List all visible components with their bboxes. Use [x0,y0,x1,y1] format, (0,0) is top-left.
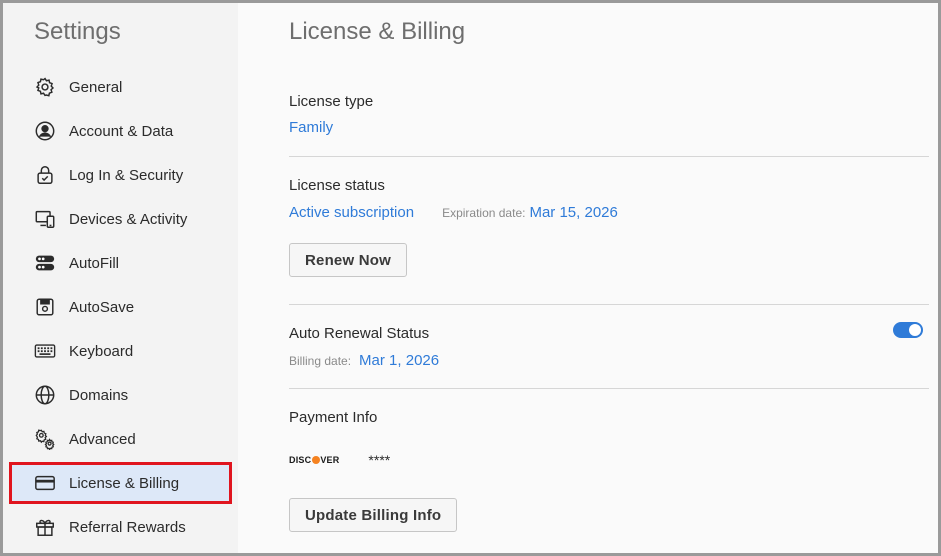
license-type-section: License type Family [289,93,929,136]
credit-card-icon [34,472,56,494]
sidebar-item-keyboard[interactable]: Keyboard [9,329,232,373]
sidebar-item-login-security[interactable]: Log In & Security [9,153,232,197]
sidebar-item-label: Account & Data [69,122,174,140]
auto-renewal-label: Auto Renewal Status [289,325,430,342]
sidebar-item-autofill[interactable]: AutoFill [9,241,232,285]
payment-info-section: Payment Info DISC VER **** Update Billing… [289,409,929,532]
gears-icon [34,428,56,450]
page-title: License & Billing [289,18,466,45]
devices-icon [34,208,56,230]
settings-window: Settings General Account & Data Log In &… [0,0,941,556]
sidebar-item-autosave[interactable]: AutoSave [9,285,232,329]
auto-renewal-toggle[interactable] [893,322,923,338]
license-status-label: License status [289,177,385,194]
billing-date-row: Billing date: Mar 1, 2026 [289,352,929,369]
license-status-section: License status Active subscription Expir… [289,177,929,277]
license-type-label: License type [289,93,374,110]
gift-icon [34,516,56,538]
sidebar-item-devices-activity[interactable]: Devices & Activity [9,197,232,241]
sidebar-title: Settings [34,18,121,45]
sidebar-item-referral-rewards[interactable]: Referral Rewards [9,505,232,549]
main-panel: License & Billing License type Family Li… [238,3,938,553]
sidebar-item-license-billing[interactable]: License & Billing [9,462,232,504]
sidebar-item-advanced[interactable]: Advanced [9,417,232,461]
billing-date-value: Mar 1, 2026 [359,352,440,369]
sidebar: Settings General Account & Data Log In &… [3,3,238,553]
payment-info-label: Payment Info [289,409,378,426]
sidebar-item-label: Log In & Security [69,166,184,184]
divider [289,388,929,389]
card-masked-number: **** [368,452,391,468]
sidebar-item-label: Advanced [69,430,136,448]
sidebar-item-label: Referral Rewards [69,518,186,536]
user-circle-icon [34,120,56,142]
sidebar-item-label: Devices & Activity [69,210,188,228]
card-brand-part: VER [320,455,340,465]
card-brand-part: DISC [289,455,312,465]
expiration-label: Expiration date: [442,206,526,220]
discover-dot-icon [311,456,320,464]
sidebar-item-label: General [69,78,123,96]
sidebar-item-account-data[interactable]: Account & Data [9,109,232,153]
lock-icon [34,164,56,186]
expiration-value: Mar 15, 2026 [529,204,618,221]
autofill-icon [34,252,56,274]
sidebar-nav: General Account & Data Log In & Security… [9,65,232,549]
update-billing-info-button[interactable]: Update Billing Info [289,498,458,532]
divider [289,304,929,305]
sidebar-item-general[interactable]: General [9,65,232,109]
renew-now-button[interactable]: Renew Now [289,243,407,277]
save-icon [34,296,56,318]
globe-icon [34,384,56,406]
card-row: DISC VER **** [289,452,929,468]
discover-card-logo: DISC VER [289,455,339,465]
license-type-value: Family [289,119,334,136]
license-status-row: Active subscription Expiration date: Mar… [289,204,929,221]
sidebar-item-label: AutoSave [69,298,135,316]
sidebar-item-domains[interactable]: Domains [9,373,232,417]
sidebar-item-label: Keyboard [69,342,134,360]
gear-icon [34,76,56,98]
sidebar-item-label: License & Billing [69,474,180,492]
toggle-knob [909,324,921,336]
sidebar-item-label: AutoFill [69,254,120,272]
license-status-value: Active subscription [289,204,415,221]
billing-date-label: Billing date: [289,354,352,368]
keyboard-icon [34,340,56,362]
sidebar-item-label: Domains [69,386,129,404]
auto-renewal-section: Auto Renewal Status Billing date: Mar 1,… [289,322,929,369]
divider [289,156,929,157]
